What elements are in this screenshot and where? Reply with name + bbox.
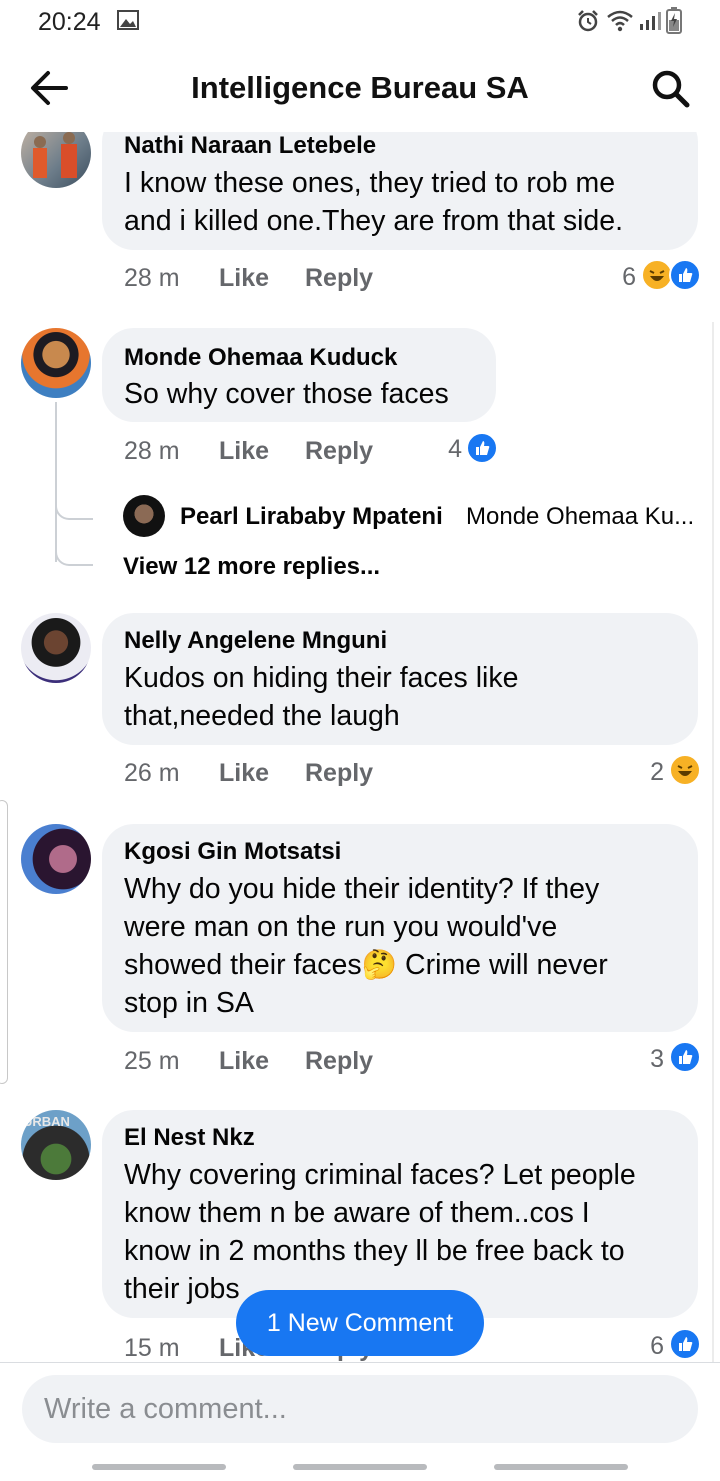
search-icon[interactable] <box>650 68 692 110</box>
nav-bar-indicator <box>293 1464 427 1470</box>
comments-list: Nathi Naraan Letebele I know these ones,… <box>0 132 720 1362</box>
comment-author[interactable]: Monde Ohemaa Kuduck <box>124 344 397 372</box>
like-button[interactable]: Like <box>219 759 269 788</box>
reply-button[interactable]: Reply <box>305 264 373 293</box>
comment-text-line: know in 2 months they ll be free back to <box>124 1235 625 1267</box>
view-more-replies-link[interactable]: View 12 more replies... <box>123 553 380 581</box>
scroll-edge-indicator <box>0 800 8 1084</box>
reply-thread-connector <box>55 488 93 520</box>
comment-text-line: and i killed one.They are from that side… <box>124 205 624 237</box>
avatar-text: URBAN <box>23 1114 70 1129</box>
comment-text-line: I know these ones, they tried to rob me <box>124 167 616 199</box>
like-icon <box>669 1328 701 1360</box>
comment-author[interactable]: Nathi Naraan Letebele <box>124 132 376 160</box>
comment-text-line: stop in SA <box>124 987 254 1019</box>
comment-text-line: Why do you hide their identity? If they <box>124 873 600 905</box>
like-icon <box>669 259 701 291</box>
reply-button[interactable]: Reply <box>305 1047 373 1076</box>
comment-time: 26 m <box>124 759 180 787</box>
comment-text-line: showed their faces🤔 Crime will never <box>124 949 608 981</box>
signal-icon <box>640 12 661 30</box>
scrollbar-track[interactable] <box>712 322 714 1362</box>
like-icon <box>466 432 498 464</box>
like-button[interactable]: Like <box>219 1047 269 1076</box>
comment-text-line: their jobs <box>124 1273 240 1305</box>
reply-button[interactable]: Reply <box>305 437 373 466</box>
comment-author[interactable]: Kgosi Gin Motsatsi <box>124 838 341 866</box>
gallery-icon <box>117 10 139 30</box>
comment-bubble[interactable]: Monde Ohemaa Kuduck So why cover those f… <box>102 328 496 422</box>
reaction-count[interactable]: 4 <box>424 435 462 464</box>
page-title: Intelligence Bureau SA <box>191 70 529 105</box>
nav-bar-indicator <box>92 1464 226 1470</box>
comment-time: 28 m <box>124 437 180 465</box>
avatar[interactable] <box>21 613 91 683</box>
comment-text-line: know them n be aware of them..cos I <box>124 1197 590 1229</box>
alarm-icon <box>578 10 598 32</box>
avatar[interactable]: URBAN <box>21 1110 91 1180</box>
comment-time: 15 m <box>124 1334 180 1362</box>
status-time: 20:24 <box>38 8 101 36</box>
haha-icon <box>669 754 701 786</box>
avatar[interactable] <box>21 328 91 398</box>
comment-bubble[interactable]: Nathi Naraan Letebele I know these ones,… <box>102 132 698 250</box>
comment-author[interactable]: El Nest Nkz <box>124 1124 255 1152</box>
status-bar: 20:24 <box>0 0 720 44</box>
comment-bubble[interactable]: Kgosi Gin Motsatsi Why do you hide their… <box>102 824 698 1032</box>
comment-text-line: were man on the run you would've <box>124 911 558 943</box>
comment-author[interactable]: Nelly Angelene Mnguni <box>124 627 387 655</box>
comment-composer <box>0 1362 720 1481</box>
reply-author[interactable]: Pearl Lirababy Mpateni <box>180 503 443 531</box>
like-icon <box>669 1041 701 1073</box>
app-header: Intelligence Bureau SA <box>0 44 720 132</box>
reply-avatar[interactable] <box>123 495 165 537</box>
reply-thread-connector <box>55 534 93 566</box>
comment-time: 28 m <box>124 264 180 292</box>
avatar[interactable] <box>21 824 91 894</box>
comment-bubble[interactable]: Nelly Angelene Mnguni Kudos on hiding th… <box>102 613 698 745</box>
nav-bar-indicator <box>494 1464 628 1470</box>
reaction-count[interactable]: 2 <box>624 758 664 787</box>
like-button[interactable]: Like <box>219 264 269 293</box>
reply-button[interactable]: Reply <box>305 759 373 788</box>
reaction-count[interactable]: 3 <box>624 1045 664 1074</box>
comment-input[interactable] <box>22 1375 698 1443</box>
new-comment-button[interactable]: 1 New Comment <box>236 1290 484 1356</box>
comment-text-line: Why covering criminal faces? Let people <box>124 1159 636 1191</box>
avatar[interactable] <box>21 132 91 188</box>
reaction-count[interactable]: 6 <box>596 263 636 292</box>
reaction-count[interactable]: 6 <box>624 1332 664 1361</box>
comment-text-line: So why cover those faces <box>124 378 449 410</box>
comment-text-line: Kudos on hiding their faces like <box>124 662 519 694</box>
comment-time: 25 m <box>124 1047 180 1075</box>
comment-text-line: that,needed the laugh <box>124 700 400 732</box>
comment-bubble[interactable]: El Nest Nkz Why covering criminal faces?… <box>102 1110 698 1318</box>
battery-icon <box>666 7 682 34</box>
wifi-icon <box>607 10 633 32</box>
like-button[interactable]: Like <box>219 437 269 466</box>
reply-text[interactable]: Monde Ohemaa Ku... <box>466 503 694 531</box>
